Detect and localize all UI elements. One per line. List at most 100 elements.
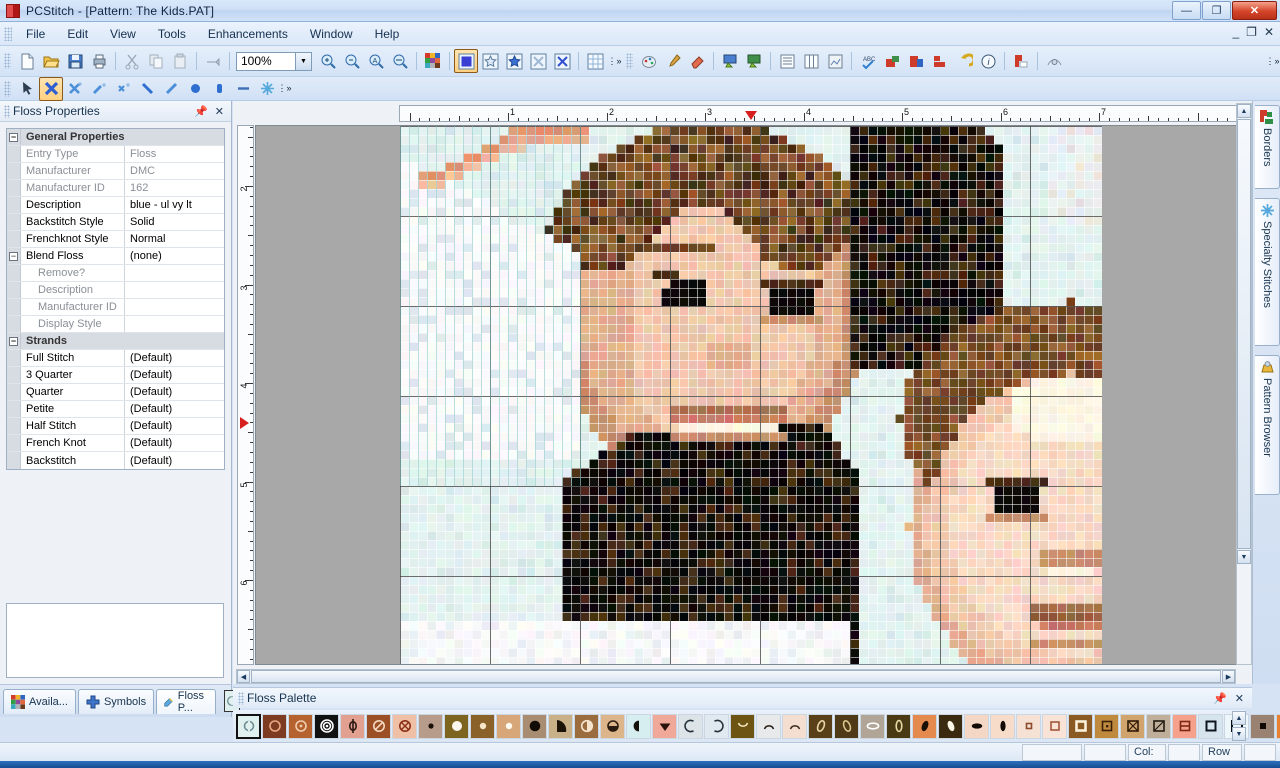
property-group-strands[interactable]: − Strands bbox=[7, 333, 224, 350]
eraser-icon[interactable] bbox=[685, 49, 709, 73]
export-pattern-icon[interactable] bbox=[742, 49, 766, 73]
toolbar-grip-icon[interactable] bbox=[4, 53, 11, 69]
french-knot-tool[interactable] bbox=[183, 77, 207, 101]
property-row-petite[interactable]: Petite (Default) bbox=[7, 401, 224, 418]
cross-stitch-chart[interactable] bbox=[400, 126, 1102, 664]
collapse-toggle-blend-floss[interactable]: − bbox=[7, 248, 21, 264]
floss-swatch[interactable] bbox=[340, 713, 365, 739]
close-icon[interactable]: ✕ bbox=[1235, 692, 1244, 705]
copy-icon[interactable] bbox=[144, 49, 168, 73]
doc-minimize-button[interactable]: _ bbox=[1232, 25, 1239, 39]
property-row-frenchknot-style[interactable]: Frenchknot Style Normal bbox=[7, 231, 224, 248]
property-value[interactable]: Solid bbox=[125, 214, 224, 230]
property-value[interactable]: (Default) bbox=[125, 418, 224, 434]
collapse-toggle-strands[interactable]: − bbox=[7, 333, 21, 349]
property-value[interactable]: blue - ul vy lt bbox=[125, 197, 224, 213]
zoom-out-icon[interactable] bbox=[340, 49, 364, 73]
property-value[interactable] bbox=[125, 316, 224, 332]
floss-swatch[interactable] bbox=[522, 713, 547, 739]
panel-grip-icon[interactable] bbox=[4, 104, 10, 118]
page-view-icon[interactable] bbox=[823, 49, 847, 73]
tools-toolbar-grip-icon[interactable] bbox=[4, 80, 11, 97]
open-folder-icon[interactable] bbox=[39, 49, 63, 73]
info-icon[interactable]: i bbox=[976, 49, 1000, 73]
floss-swatch[interactable] bbox=[860, 713, 885, 739]
floss-swatch[interactable] bbox=[392, 713, 417, 739]
view-symbols-icon[interactable] bbox=[478, 49, 502, 73]
floss-swatch[interactable] bbox=[912, 713, 937, 739]
tab-symbols[interactable]: Symbols bbox=[77, 688, 155, 714]
toolbar-overflow-icon-2[interactable]: ⋮» bbox=[1266, 51, 1280, 71]
property-row-remove[interactable]: Remove? bbox=[7, 265, 224, 282]
property-value[interactable]: (Default) bbox=[125, 384, 224, 400]
property-value[interactable]: (Default) bbox=[125, 452, 224, 469]
floss-swatch[interactable] bbox=[1276, 713, 1280, 739]
floss-swatch[interactable] bbox=[600, 713, 625, 739]
tools-toolbar-overflow-icon[interactable]: ⋮» bbox=[278, 79, 292, 99]
backstitch-icon[interactable] bbox=[928, 49, 952, 73]
view-stitches-icon[interactable] bbox=[526, 49, 550, 73]
floss-swatch[interactable] bbox=[886, 713, 911, 739]
canvas-horizontal-scrollbar[interactable]: ◀ ▶ bbox=[236, 669, 1236, 684]
property-row-manufacturer-id[interactable]: Manufacturer ID 162 bbox=[7, 180, 224, 197]
floss-swatch[interactable] bbox=[236, 713, 261, 739]
property-value[interactable]: (Default) bbox=[125, 367, 224, 383]
scroll-thumb-horizontal[interactable] bbox=[251, 670, 1221, 683]
half-stitch-right-tool[interactable] bbox=[159, 77, 183, 101]
toolbar-grip-icon-2[interactable] bbox=[626, 53, 633, 69]
view-blocks-icon[interactable] bbox=[454, 49, 478, 73]
property-row-description[interactable]: Description blue - ul vy lt bbox=[7, 197, 224, 214]
property-row-entry-type[interactable]: Entry Type Floss bbox=[7, 146, 224, 163]
group-value[interactable]: (none) bbox=[125, 248, 224, 264]
scroll-left-button[interactable]: ◀ bbox=[237, 670, 250, 683]
floss-swatch[interactable] bbox=[704, 713, 729, 739]
property-group-blend-floss[interactable]: − Blend Floss (none) bbox=[7, 248, 224, 265]
floss-swatch[interactable] bbox=[574, 713, 599, 739]
floss-palette-icon[interactable] bbox=[637, 49, 661, 73]
floss-swatch[interactable] bbox=[938, 713, 963, 739]
view-crosses-icon[interactable] bbox=[550, 49, 574, 73]
new-file-icon[interactable] bbox=[15, 49, 39, 73]
property-value[interactable]: (Default) bbox=[125, 435, 224, 451]
floss-swatch[interactable] bbox=[782, 713, 807, 739]
undo-arrow-icon[interactable] bbox=[952, 49, 976, 73]
floss-swatch[interactable] bbox=[1016, 713, 1041, 739]
menu-item-edit[interactable]: Edit bbox=[56, 24, 99, 44]
color-palette-icon[interactable] bbox=[421, 49, 445, 73]
zoom-dropdown-icon[interactable]: ▼ bbox=[296, 51, 312, 71]
collapse-toggle-general[interactable]: − bbox=[7, 129, 21, 145]
floss-swatch[interactable] bbox=[418, 713, 443, 739]
floss-swatch[interactable] bbox=[834, 713, 859, 739]
right-tab-borders[interactable]: Borders bbox=[1255, 105, 1280, 189]
property-row-blend-description[interactable]: Description bbox=[7, 282, 224, 299]
property-row-quarter[interactable]: Quarter (Default) bbox=[7, 384, 224, 401]
eyedropper-icon[interactable] bbox=[661, 49, 685, 73]
zoom-fit-icon[interactable] bbox=[388, 49, 412, 73]
petite-stitch-tool[interactable] bbox=[111, 77, 135, 101]
pointer-select-tool[interactable] bbox=[15, 77, 39, 101]
format-painter-icon[interactable] bbox=[201, 49, 225, 73]
zoom-level-input[interactable]: 100% bbox=[236, 51, 296, 71]
half-stitch-left-tool[interactable] bbox=[135, 77, 159, 101]
save-disk-icon[interactable] bbox=[63, 49, 87, 73]
right-tab-pattern-browser[interactable]: Pattern Browser bbox=[1255, 355, 1280, 495]
scroll-down-button[interactable]: ▼ bbox=[1237, 550, 1251, 564]
property-row-backstitch[interactable]: Backstitch (Default) bbox=[7, 452, 224, 469]
menu-item-tools[interactable]: Tools bbox=[147, 24, 197, 44]
property-row-backstitch-style[interactable]: Backstitch Style Solid bbox=[7, 214, 224, 231]
import-pattern-icon[interactable] bbox=[718, 49, 742, 73]
right-tab-specialty-stitches[interactable]: Specialty Stitches bbox=[1255, 198, 1280, 346]
three-quarter-stitch-tool[interactable] bbox=[63, 77, 87, 101]
print-icon[interactable] bbox=[87, 49, 111, 73]
menu-item-enhancements[interactable]: Enhancements bbox=[197, 24, 299, 44]
floss-swatch[interactable] bbox=[1042, 713, 1067, 739]
view-symbols-color-icon[interactable] bbox=[502, 49, 526, 73]
maximize-button[interactable]: ❐ bbox=[1202, 1, 1231, 20]
view-grid-icon[interactable] bbox=[583, 49, 607, 73]
floss-swatch[interactable] bbox=[626, 713, 651, 739]
floss-swatch[interactable] bbox=[756, 713, 781, 739]
columns-view-icon[interactable] bbox=[799, 49, 823, 73]
minimize-button[interactable]: — bbox=[1172, 1, 1201, 20]
border-icon[interactable] bbox=[1009, 49, 1033, 73]
property-value[interactable]: Floss bbox=[125, 146, 224, 162]
